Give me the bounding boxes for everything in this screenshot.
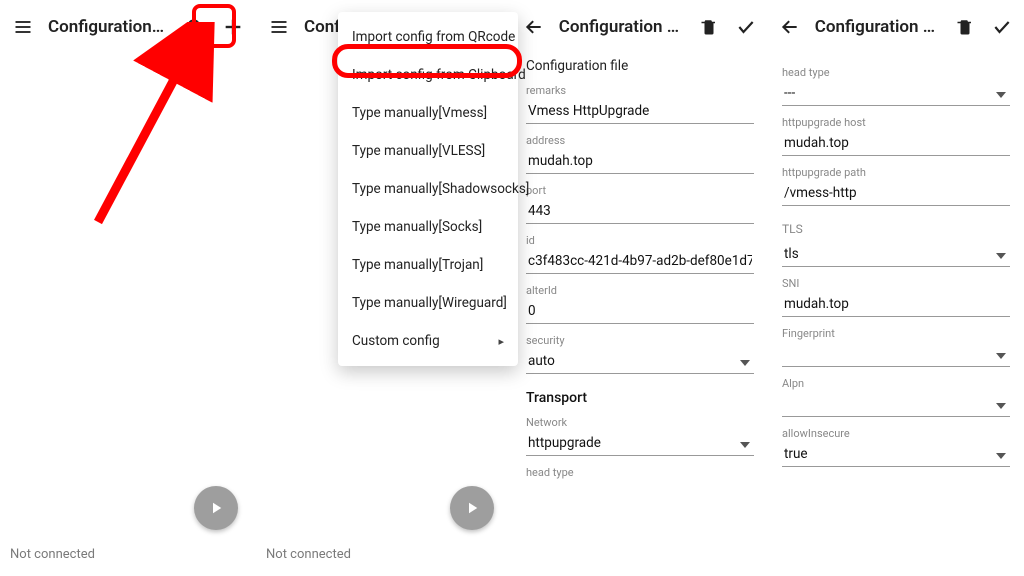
screen-config-form-top: Configuration file Configuration file re… (512, 0, 768, 576)
select-security[interactable] (526, 347, 754, 374)
page-title: Configuration… (48, 17, 170, 37)
label-httpupgrade-path: httpupgrade path (782, 166, 1010, 179)
label-network: Network (526, 416, 754, 429)
screen-config-form-bottom: Configuration file head type httpupgrade… (768, 0, 1024, 576)
label-port: port (526, 184, 754, 197)
label-sni: SNI (782, 277, 1010, 290)
menu-item-import-clipboard[interactable]: Import config from Clipboard (338, 56, 518, 94)
delete-icon[interactable] (952, 14, 977, 40)
page-title: Configuration file (815, 17, 941, 37)
menu-item-custom-config[interactable]: Custom config (338, 322, 518, 360)
select-allowinsecure[interactable] (782, 440, 1010, 467)
section-tls: TLS (782, 222, 1010, 236)
input-remarks[interactable] (526, 97, 754, 124)
appbar: Configuration… (0, 0, 256, 54)
label-headtype: head type (782, 66, 1010, 79)
menu-item-import-qrcode[interactable]: Import config from QRcode (338, 18, 518, 56)
back-icon[interactable] (778, 14, 803, 40)
label-alterid: alterId (526, 284, 754, 297)
label-security: security (526, 334, 754, 347)
section-transport: Transport (526, 390, 754, 406)
check-icon[interactable] (989, 14, 1014, 40)
appbar: Configuration file (768, 0, 1024, 54)
select-network[interactable] (526, 429, 754, 456)
label-address: address (526, 134, 754, 147)
status-text: Not connected (10, 547, 95, 562)
check-icon[interactable] (733, 14, 758, 40)
label-allowinsecure: allowInsecure (782, 427, 1010, 440)
input-port[interactable] (526, 197, 754, 224)
fab-play[interactable] (450, 486, 494, 530)
fab-play[interactable] (194, 486, 238, 530)
config-form: Configuration file remarks address port … (512, 54, 768, 489)
add-icon[interactable] (220, 14, 246, 40)
select-headtype[interactable] (782, 79, 1010, 106)
label-id: id (526, 234, 754, 247)
screen-main-menuopen: Confi Import config from QRcode Import c… (256, 0, 512, 576)
label-httpupgrade-host: httpupgrade host (782, 116, 1010, 129)
select-tls[interactable] (782, 240, 1010, 267)
menu-item-manual-trojan[interactable]: Type manually[Trojan] (338, 246, 518, 284)
config-form: head type httpupgrade host httpupgrade p… (768, 54, 1024, 477)
select-alpn[interactable] (782, 390, 1010, 417)
back-icon[interactable] (522, 14, 547, 40)
input-sni[interactable] (782, 290, 1010, 317)
label-fingerprint: Fingerprint (782, 327, 1010, 340)
status-text: Not connected (266, 547, 351, 562)
menu-icon[interactable] (10, 14, 36, 40)
label-headtype: head type (526, 466, 754, 479)
menu-item-manual-vmess[interactable]: Type manually[Vmess] (338, 94, 518, 132)
input-id[interactable] (526, 247, 754, 274)
input-httpupgrade-path[interactable] (782, 179, 1010, 206)
section-heading: Configuration file (526, 58, 754, 74)
menu-icon[interactable] (266, 14, 292, 40)
add-menu: Import config from QRcode Import config … (338, 12, 518, 366)
menu-item-manual-socks[interactable]: Type manually[Socks] (338, 208, 518, 246)
label-remarks: remarks (526, 84, 754, 97)
select-fingerprint[interactable] (782, 340, 1010, 367)
menu-item-manual-wireguard[interactable]: Type manually[Wireguard] (338, 284, 518, 322)
menu-item-manual-vless[interactable]: Type manually[VLESS] (338, 132, 518, 170)
menu-item-manual-shadowsocks[interactable]: Type manually[Shadowsocks] (338, 170, 518, 208)
screen-main: Configuration… Not connected (0, 0, 256, 576)
input-address[interactable] (526, 147, 754, 174)
label-alpn: Alpn (782, 377, 1010, 390)
delete-icon[interactable] (696, 14, 721, 40)
input-httpupgrade-host[interactable] (782, 129, 1010, 156)
input-alterid[interactable] (526, 297, 754, 324)
appbar: Configuration file (512, 0, 768, 54)
search-icon[interactable] (182, 14, 208, 40)
page-title: Configuration file (559, 17, 685, 37)
